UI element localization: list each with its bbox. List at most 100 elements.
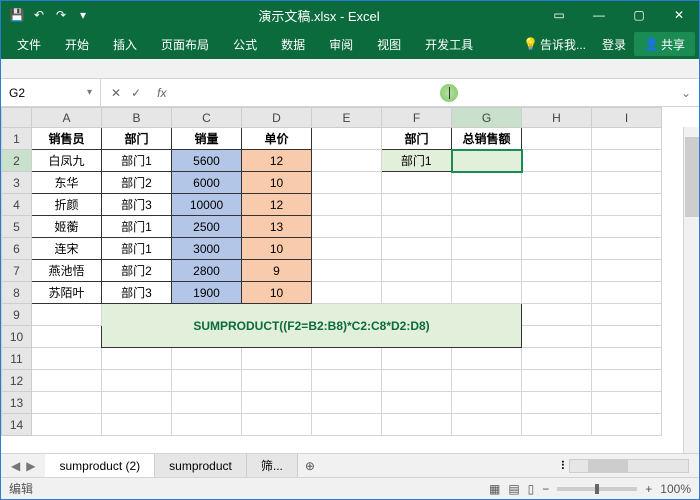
cell[interactable]: [522, 260, 592, 282]
ribbon-options-icon[interactable]: ▭: [539, 1, 579, 29]
cell[interactable]: [592, 150, 662, 172]
cell[interactable]: 苏陌叶: [32, 282, 102, 304]
zoom-in-icon[interactable]: +: [645, 482, 652, 496]
cell[interactable]: 部门2: [102, 260, 172, 282]
maximize-icon[interactable]: ▢: [619, 1, 659, 29]
cell[interactable]: [522, 348, 592, 370]
cell[interactable]: [382, 260, 452, 282]
cell[interactable]: [382, 348, 452, 370]
cell[interactable]: 部门1: [102, 150, 172, 172]
col-H[interactable]: H: [522, 108, 592, 128]
cell[interactable]: [522, 282, 592, 304]
cell[interactable]: [452, 414, 522, 436]
cell[interactable]: 13: [242, 216, 312, 238]
row-14[interactable]: 14: [2, 414, 32, 436]
cell[interactable]: [382, 194, 452, 216]
new-sheet-icon[interactable]: ⊕: [298, 459, 322, 473]
cell[interactable]: 2800: [172, 260, 242, 282]
view-pagebreak-icon[interactable]: ▯: [528, 482, 535, 496]
signin-link[interactable]: 登录: [594, 36, 634, 53]
cell[interactable]: 部门1: [102, 216, 172, 238]
cell[interactable]: 销量: [172, 128, 242, 150]
cell[interactable]: [592, 282, 662, 304]
close-icon[interactable]: ✕: [659, 1, 699, 29]
cell[interactable]: [592, 392, 662, 414]
cell[interactable]: 部门: [102, 128, 172, 150]
cell[interactable]: [592, 326, 662, 348]
cell[interactable]: [102, 414, 172, 436]
cell[interactable]: 东华: [32, 172, 102, 194]
cell[interactable]: 10: [242, 172, 312, 194]
cell[interactable]: 部门1: [382, 150, 452, 172]
cell[interactable]: [242, 414, 312, 436]
cancel-formula-icon[interactable]: ✕: [111, 86, 121, 100]
cell[interactable]: 燕池悟: [32, 260, 102, 282]
cell[interactable]: [522, 370, 592, 392]
cell[interactable]: 部门1: [102, 238, 172, 260]
cell[interactable]: [312, 150, 382, 172]
col-C[interactable]: C: [172, 108, 242, 128]
cell[interactable]: 姬蘅: [32, 216, 102, 238]
col-E[interactable]: E: [312, 108, 382, 128]
cell[interactable]: [522, 238, 592, 260]
cell[interactable]: 10000: [172, 194, 242, 216]
cell[interactable]: [382, 370, 452, 392]
cell[interactable]: 部门2: [102, 172, 172, 194]
tab-home[interactable]: 开始: [53, 29, 101, 59]
cell[interactable]: [592, 348, 662, 370]
cell[interactable]: [522, 414, 592, 436]
cell[interactable]: [312, 414, 382, 436]
redo-icon[interactable]: ↷: [53, 7, 69, 23]
sheet-tab[interactable]: sumproduct: [155, 454, 247, 478]
cell[interactable]: [172, 370, 242, 392]
cell[interactable]: [32, 326, 102, 348]
row-9[interactable]: 9: [2, 304, 32, 326]
select-all-corner[interactable]: [2, 108, 32, 128]
row-6[interactable]: 6: [2, 238, 32, 260]
cell[interactable]: [312, 348, 382, 370]
sheet-nav-next-icon[interactable]: ▶: [26, 459, 35, 473]
cell[interactable]: [452, 392, 522, 414]
qat-more-icon[interactable]: ▾: [75, 7, 91, 23]
cell[interactable]: [312, 128, 382, 150]
name-box[interactable]: G2 ▾: [1, 79, 101, 106]
cell[interactable]: [592, 194, 662, 216]
cell[interactable]: [522, 326, 592, 348]
cell[interactable]: [522, 150, 592, 172]
col-D[interactable]: D: [242, 108, 312, 128]
cell[interactable]: [382, 172, 452, 194]
zoom-slider[interactable]: [557, 487, 637, 491]
cell[interactable]: 连宋: [32, 238, 102, 260]
cell[interactable]: [382, 238, 452, 260]
row-4[interactable]: 4: [2, 194, 32, 216]
formula-banner[interactable]: SUMPRODUCT((F2=B2:B8)*C2:C8*D2:D8): [102, 304, 522, 348]
tab-view[interactable]: 视图: [365, 29, 413, 59]
scroll-split-icon[interactable]: ⠇: [560, 459, 569, 473]
cell[interactable]: 12: [242, 150, 312, 172]
cell[interactable]: [522, 128, 592, 150]
col-I[interactable]: I: [592, 108, 662, 128]
cell[interactable]: [172, 414, 242, 436]
sheet-tab[interactable]: 筛...: [247, 454, 298, 478]
col-A[interactable]: A: [32, 108, 102, 128]
cell[interactable]: [452, 216, 522, 238]
minimize-icon[interactable]: ―: [579, 1, 619, 29]
cell[interactable]: [522, 172, 592, 194]
tab-insert[interactable]: 插入: [101, 29, 149, 59]
cell[interactable]: 12: [242, 194, 312, 216]
cell[interactable]: [452, 172, 522, 194]
cell[interactable]: [312, 216, 382, 238]
zoom-thumb[interactable]: [595, 484, 599, 494]
cell[interactable]: [312, 282, 382, 304]
cell[interactable]: 3000: [172, 238, 242, 260]
chevron-down-icon[interactable]: ▾: [87, 87, 92, 98]
cell[interactable]: 折颜: [32, 194, 102, 216]
row-13[interactable]: 13: [2, 392, 32, 414]
cell[interactable]: [382, 216, 452, 238]
cell[interactable]: [592, 128, 662, 150]
cell[interactable]: [172, 348, 242, 370]
formula-expand-icon[interactable]: ⌄: [673, 86, 699, 100]
row-7[interactable]: 7: [2, 260, 32, 282]
cell[interactable]: [172, 392, 242, 414]
spreadsheet-grid[interactable]: A B C D E F G H I 1 销售员 部门 销量 单价 部门 总销售额…: [1, 107, 699, 453]
